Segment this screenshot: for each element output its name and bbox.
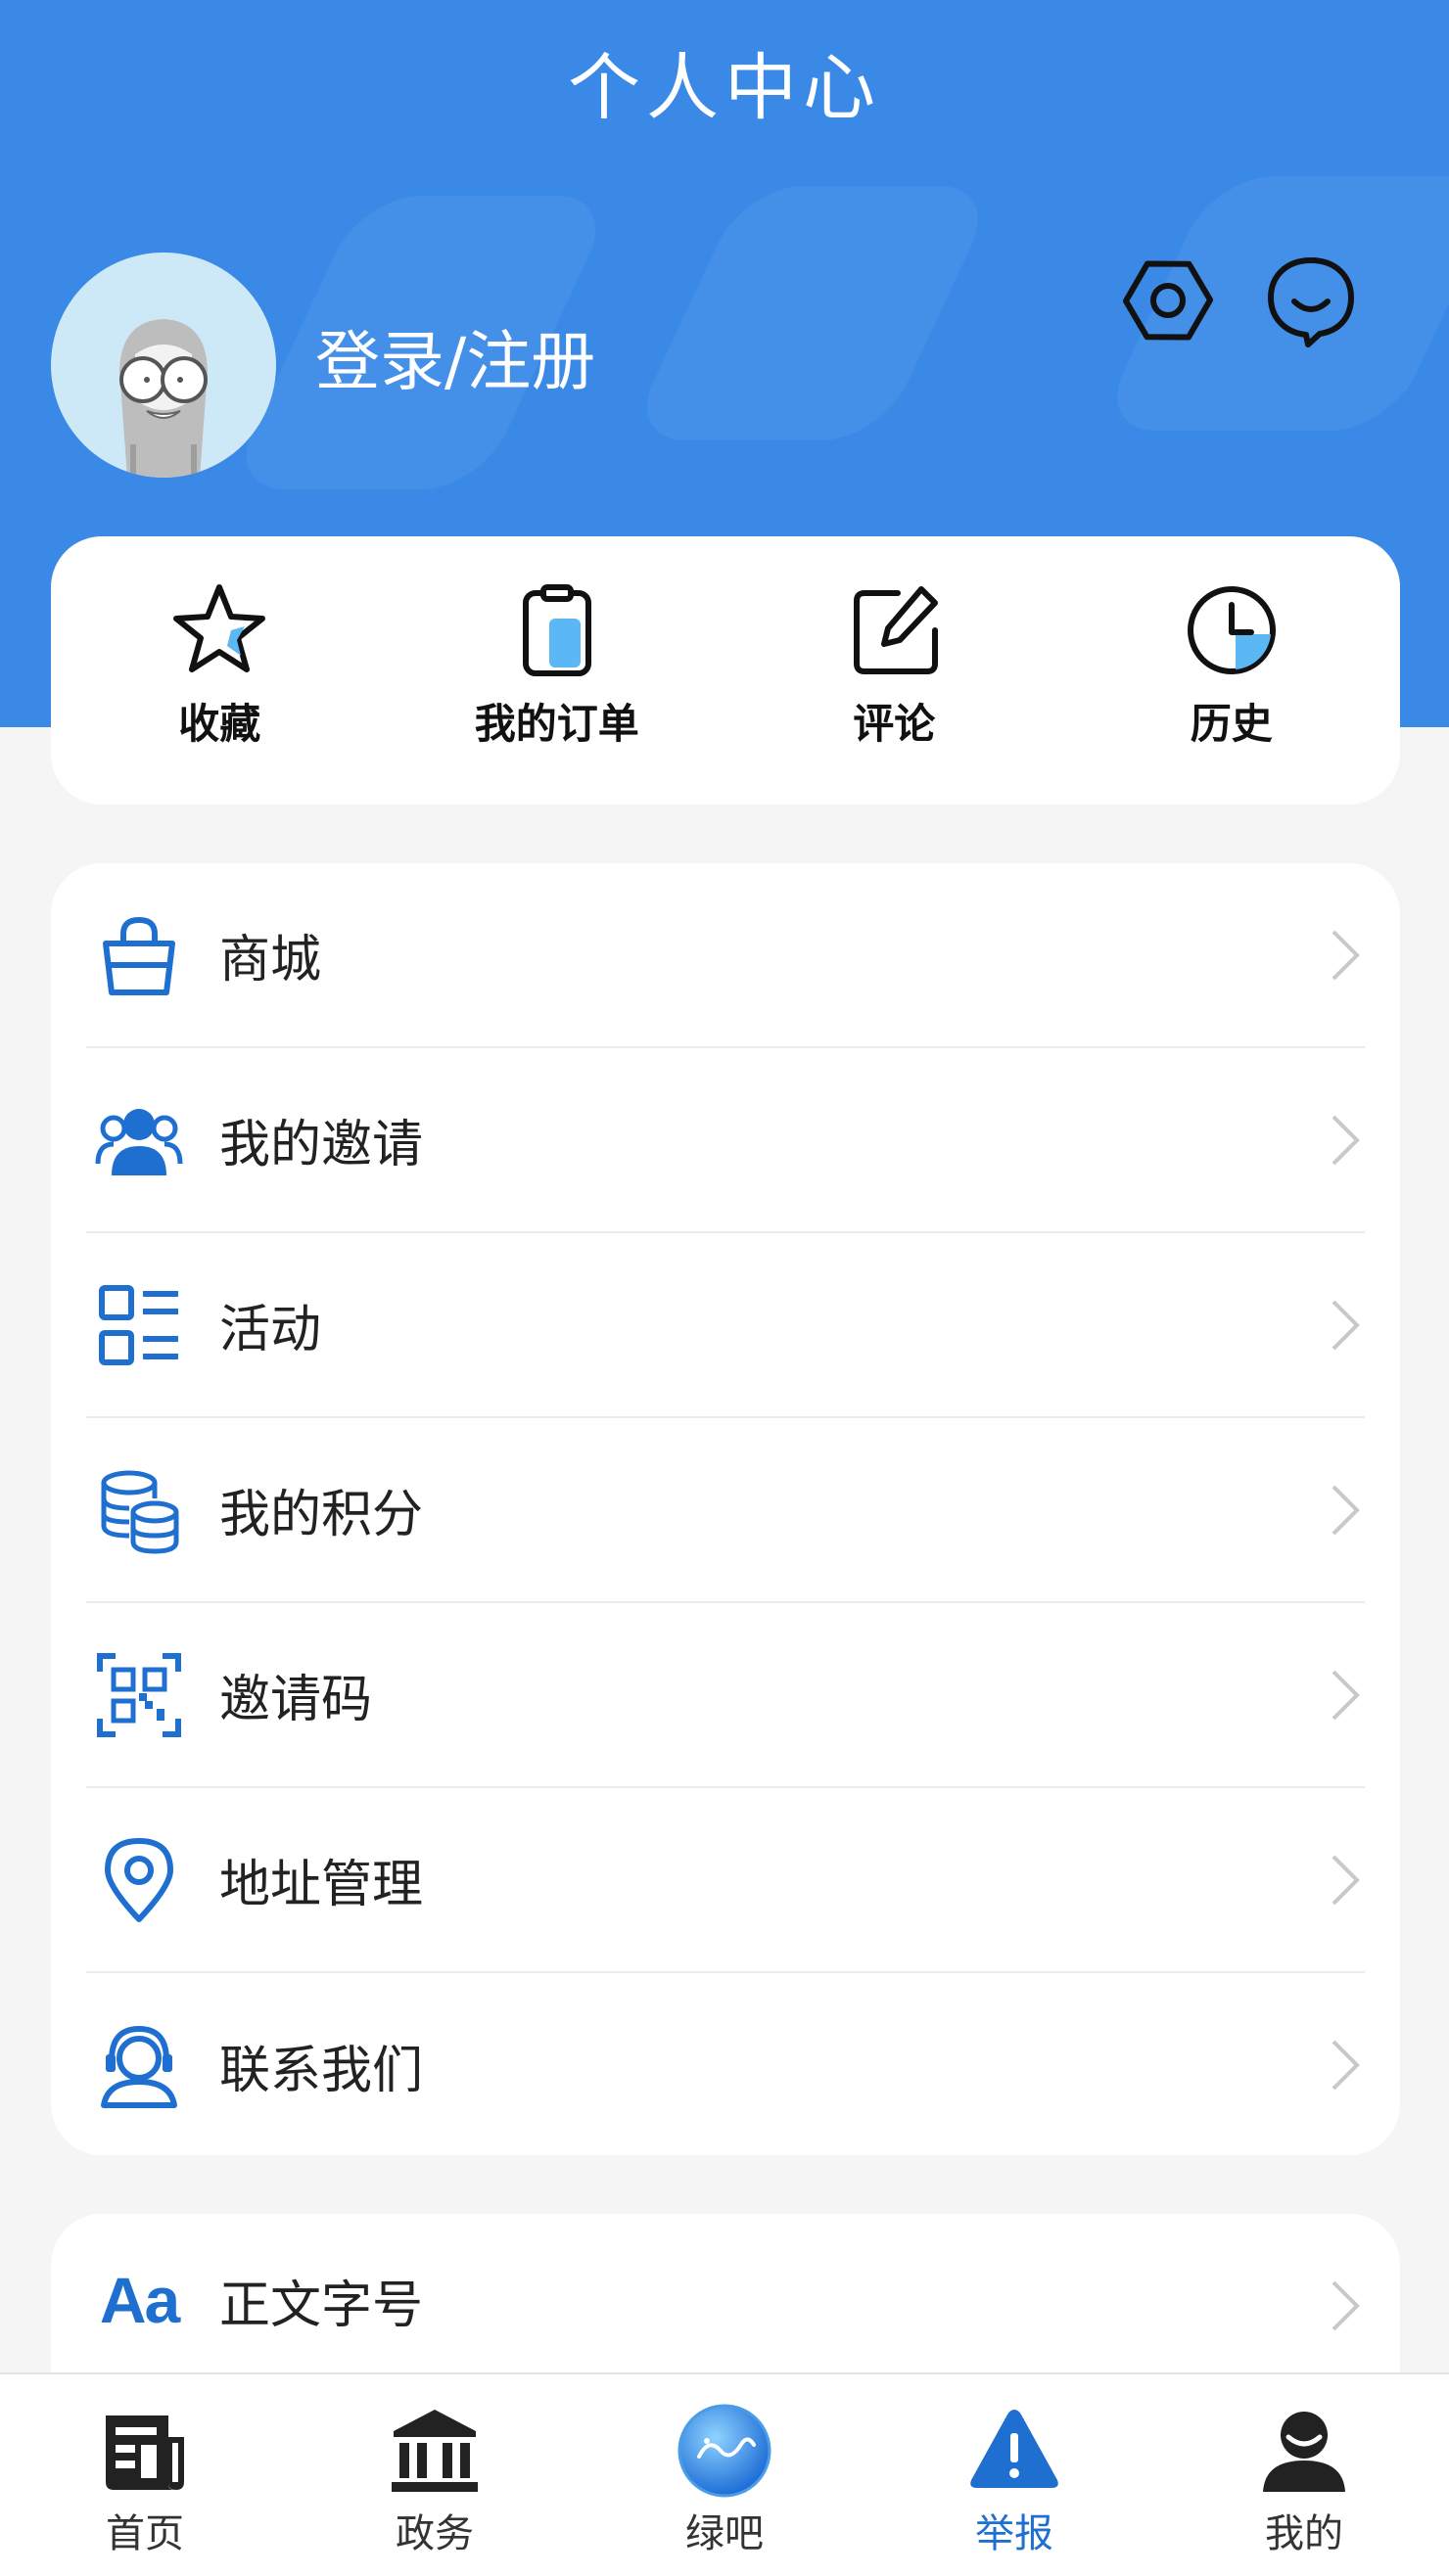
menu-item-activities[interactable]: 活动 [86, 1233, 1365, 1418]
chevron-right-icon [1332, 2040, 1360, 2091]
menu-item-mall[interactable]: 商城 [86, 863, 1365, 1048]
font-size-icon: Aa [90, 2251, 188, 2349]
menu-item-invite-code[interactable]: 邀请码 [86, 1603, 1365, 1788]
tab-lvba[interactable]: 绿吧 [580, 2374, 869, 2576]
quick-favorites[interactable]: 收藏 [51, 536, 389, 805]
font-size-icon-text: Aa [99, 2264, 180, 2336]
quick-comments[interactable]: 评论 [725, 536, 1063, 805]
menu-item-label: 商城 [219, 931, 322, 989]
coins-icon [90, 1461, 188, 1559]
chevron-right-icon [1332, 1855, 1360, 1906]
tab-label: 政务 [396, 2511, 474, 2556]
tab-government[interactable]: 政务 [290, 2374, 580, 2576]
menu-item-label: 我的积分 [219, 1486, 424, 1544]
login-register-link[interactable]: 登录/注册 [315, 315, 595, 409]
settings-icon[interactable] [1114, 247, 1222, 354]
chevron-right-icon [1332, 1115, 1360, 1166]
header-decoration [626, 186, 1000, 440]
menu-item-label: 联系我们 [219, 2042, 424, 2100]
quick-label: 收藏 [178, 700, 261, 748]
menu-item-address[interactable]: 地址管理 [86, 1788, 1365, 1973]
menu-item-label: 活动 [219, 1301, 322, 1359]
warning-icon [970, 2410, 1058, 2488]
tab-home[interactable]: 首页 [0, 2374, 290, 2576]
menu-item-contact[interactable]: 联系我们 [86, 1973, 1365, 2158]
tab-label: 我的 [1265, 2511, 1343, 2556]
newspaper-icon [106, 2415, 184, 2490]
quick-orders[interactable]: 我的订单 [389, 536, 726, 805]
chevron-right-icon [1332, 1300, 1360, 1351]
users-icon [90, 1091, 188, 1189]
menu-item-points[interactable]: 我的积分 [86, 1418, 1365, 1603]
tab-report[interactable]: 举报 [869, 2374, 1159, 2576]
page-title: 个人中心 [568, 46, 881, 130]
menu-item-label: 邀请码 [219, 1671, 373, 1729]
quick-label: 我的订单 [474, 700, 639, 748]
qr-code-icon [90, 1646, 188, 1744]
clock-icon [1187, 586, 1276, 674]
chevron-right-icon [1332, 1485, 1360, 1536]
menu-item-label: 正文字号 [219, 2276, 424, 2335]
list-icon [90, 1276, 188, 1374]
tab-label: 首页 [106, 2511, 184, 2556]
quick-history[interactable]: 历史 [1063, 536, 1401, 805]
quick-label: 评论 [853, 700, 936, 748]
menu-item-label: 地址管理 [219, 1856, 424, 1914]
quick-actions-card: 收藏 我的订单 评论 历史 [51, 536, 1400, 805]
bottom-tab-bar: 首页 政务 绿吧 举报 我的 [0, 2372, 1449, 2576]
chevron-right-icon [1332, 930, 1360, 981]
tab-label: 绿吧 [685, 2511, 764, 2556]
chevron-right-icon [1332, 1670, 1360, 1721]
star-icon [173, 584, 266, 672]
government-building-icon [392, 2410, 478, 2492]
clipboard-icon [522, 584, 591, 676]
location-icon [90, 1831, 188, 1929]
menu-item-invitations[interactable]: 我的邀请 [86, 1048, 1365, 1233]
tab-label: 举报 [975, 2511, 1053, 2556]
avatar[interactable] [51, 253, 276, 478]
lvba-logo-icon [678, 2404, 771, 2498]
shopping-bag-icon [90, 906, 188, 1004]
profile-icon [1263, 2412, 1345, 2492]
menu-list: 商城 我的邀请 活动 我的积分 邀请码 地址管理 联系我们 [51, 863, 1400, 2155]
customer-service-icon [90, 2017, 188, 2115]
quick-label: 历史 [1190, 700, 1273, 748]
menu-item-font-size[interactable]: Aa 正文字号 [86, 2214, 1365, 2386]
tab-mine[interactable]: 我的 [1159, 2374, 1449, 2576]
message-icon[interactable] [1257, 247, 1365, 354]
menu-item-label: 我的邀请 [219, 1116, 424, 1174]
chevron-right-icon [1332, 2280, 1360, 2331]
edit-icon [854, 586, 939, 674]
